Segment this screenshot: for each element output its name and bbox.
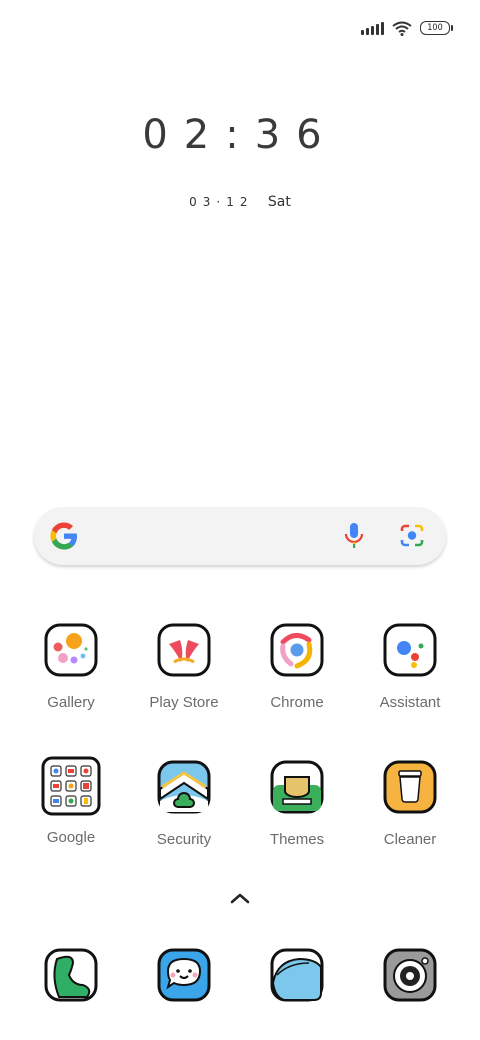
google-lens-icon[interactable] (398, 523, 426, 549)
messages-icon[interactable] (156, 947, 212, 1003)
battery-indicator: 100 (420, 21, 453, 35)
weekday-value: Sat (267, 194, 291, 210)
microphone-icon[interactable] (341, 521, 367, 551)
app-google-folder[interactable]: Google (16, 756, 126, 846)
app-label: Chrome (270, 694, 324, 711)
app-label: Security (156, 831, 212, 848)
app-label: Assistant (379, 694, 441, 711)
app-label: Themes (269, 831, 325, 848)
lock-clock-date: 03·12 Sat (0, 194, 480, 210)
app-label: Gallery (47, 694, 95, 711)
app-security[interactable]: Security (129, 759, 239, 848)
chevron-up-icon[interactable] (228, 890, 252, 906)
camera-icon[interactable] (382, 947, 438, 1003)
lock-clock-time[interactable]: 02:36 (0, 112, 480, 158)
gallery-icon (44, 623, 98, 677)
status-bar: 100 (361, 18, 453, 38)
app-assistant[interactable]: Assistant (355, 622, 465, 711)
google-folder-icon (41, 756, 101, 816)
security-icon (157, 760, 211, 814)
signal-bars-icon (361, 21, 384, 35)
app-label: Google (46, 829, 96, 846)
chrome-icon (270, 623, 324, 677)
date-value: 03·12 (189, 195, 254, 209)
browser-icon[interactable] (269, 947, 325, 1003)
app-play-store[interactable]: Play Store (129, 622, 239, 711)
app-cleaner[interactable]: Cleaner (355, 759, 465, 848)
app-themes[interactable]: Themes (242, 759, 352, 848)
app-chrome[interactable]: Chrome (242, 622, 352, 711)
themes-icon (270, 760, 324, 814)
google-g-logo (50, 522, 77, 550)
google-search-bar[interactable] (34, 507, 446, 565)
assistant-icon (383, 623, 437, 677)
cleaner-icon (383, 760, 437, 814)
play-store-icon (157, 623, 211, 677)
phone-icon[interactable] (43, 947, 99, 1003)
app-label: Cleaner (383, 831, 437, 848)
wifi-icon (392, 21, 412, 36)
app-label: Play Store (149, 694, 219, 711)
app-gallery[interactable]: Gallery (16, 622, 126, 711)
